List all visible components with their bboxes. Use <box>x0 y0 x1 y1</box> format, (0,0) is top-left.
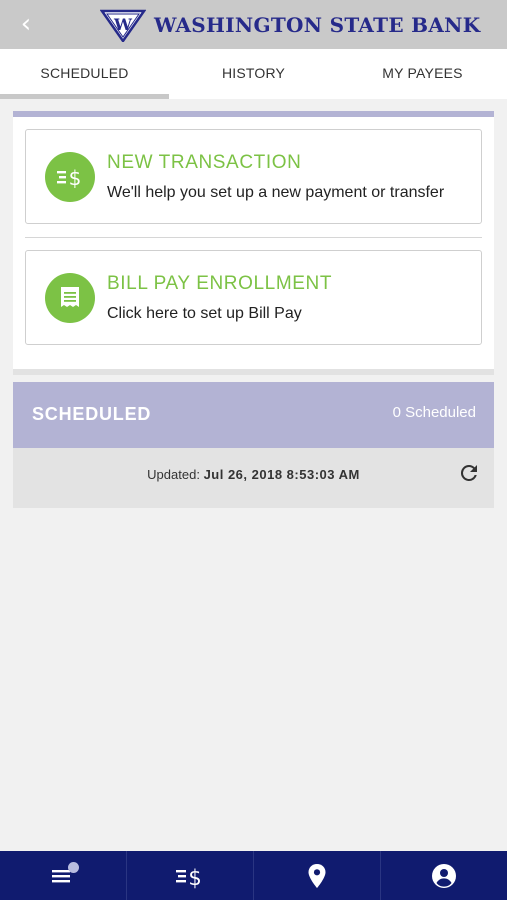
quick-actions-panel: $ NEW TRANSACTION We'll help you set up … <box>13 111 494 369</box>
bank-name: WASHINGTON STATE BANK <box>154 13 481 37</box>
bill-pay-enrollment-title: BILL PAY ENROLLMENT <box>107 273 333 294</box>
updated-label: Updated: <box>147 467 200 482</box>
receipt-icon <box>45 273 95 323</box>
tab-bar: SCHEDULED HISTORY MY PAYEES <box>0 49 507 99</box>
bank-logo-mark: W <box>100 9 146 42</box>
new-transaction-card[interactable]: $ NEW TRANSACTION We'll help you set up … <box>25 129 482 224</box>
profile-icon <box>432 863 456 888</box>
new-transaction-title: NEW TRANSACTION <box>107 152 302 173</box>
logo-letter: W <box>113 15 133 34</box>
scheduled-section-title: SCHEDULED <box>32 404 152 424</box>
scheduled-section-header: SCHEDULED 0 Scheduled <box>13 382 494 448</box>
last-updated-bar: Updated: Jul 26, 2018 8:53:03 AM <box>13 448 494 508</box>
nav-profile-button[interactable] <box>380 851 507 900</box>
refresh-icon <box>460 464 477 481</box>
app-header: ‹ W WASHINGTON STATE BANK <box>0 0 507 49</box>
refresh-button[interactable] <box>457 461 481 485</box>
last-updated-text: Updated: Jul 26, 2018 8:53:03 AM <box>13 467 494 482</box>
nav-locations-button[interactable] <box>253 851 380 900</box>
back-button[interactable]: ‹ <box>14 9 38 39</box>
transfer-dollar-icon: $ <box>176 866 202 889</box>
transfer-dollar-icon: $ <box>45 152 95 202</box>
bank-logo: W WASHINGTON STATE BANK <box>100 8 480 42</box>
bill-pay-enrollment-card[interactable]: BILL PAY ENROLLMENT Click here to set up… <box>25 250 482 345</box>
tab-my-payees[interactable]: MY PAYEES <box>338 49 507 99</box>
new-transaction-subtitle: We'll help you set up a new payment or t… <box>107 184 445 201</box>
scheduled-count: 0 Scheduled <box>392 404 476 421</box>
updated-timestamp: Jul 26, 2018 8:53:03 AM <box>203 467 360 482</box>
svg-text:$: $ <box>188 866 201 889</box>
chevron-left-icon: ‹ <box>20 9 32 39</box>
panel-divider <box>25 237 482 238</box>
nav-menu-button[interactable] <box>0 851 126 900</box>
bottom-nav-bar: $ <box>0 851 507 900</box>
svg-text:$: $ <box>69 166 82 190</box>
tab-scheduled[interactable]: SCHEDULED <box>0 49 169 99</box>
location-pin-icon <box>308 863 326 888</box>
tab-history[interactable]: HISTORY <box>169 49 338 99</box>
notification-dot <box>68 862 79 873</box>
nav-transfers-button[interactable]: $ <box>126 851 253 900</box>
bill-pay-enrollment-subtitle: Click here to set up Bill Pay <box>107 305 302 322</box>
